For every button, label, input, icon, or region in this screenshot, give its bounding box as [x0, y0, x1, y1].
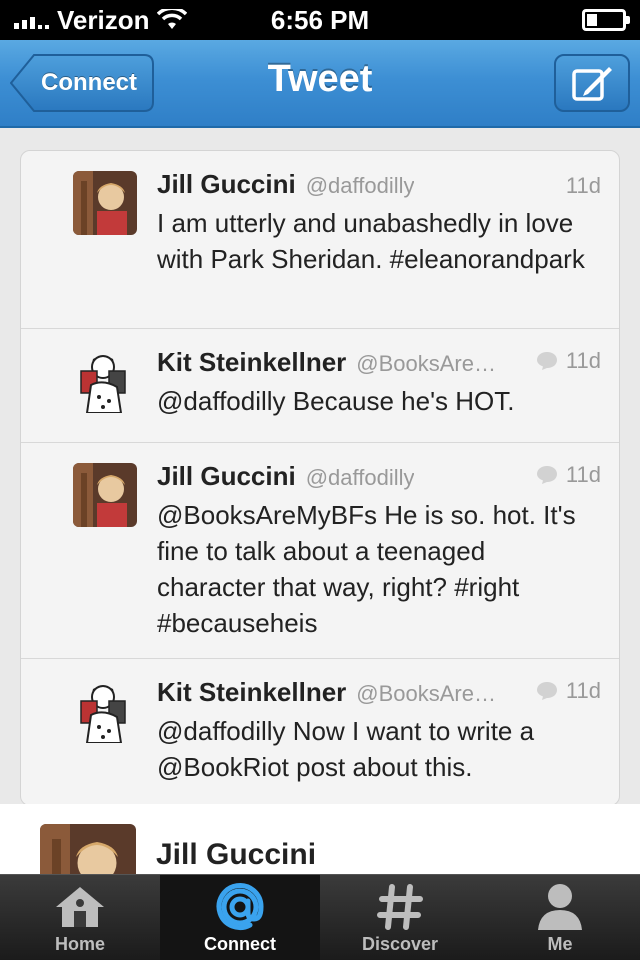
status-time: 6:56 PM [270, 4, 370, 35]
avatar[interactable] [73, 679, 137, 743]
tweet-timestamp: 11d [565, 173, 601, 198]
conversation-bubble-icon [536, 352, 557, 370]
tab-label: Discover [361, 934, 439, 954]
avatar[interactable] [73, 463, 137, 527]
tweet-author-name[interactable]: Kit Steinkellner [157, 347, 346, 378]
focused-tweet-author-name[interactable]: Jill Guccini [156, 838, 316, 872]
wifi-icon [157, 9, 188, 29]
conversation-bubble-icon [536, 466, 557, 484]
navigation-bar: Connect Tweet [0, 40, 640, 128]
tweet-text: @daffodilly Now I want to write a @BookR… [157, 716, 535, 782]
tweet-item[interactable]: Jill Guccini @daffodilly 11d I am utterl… [21, 151, 619, 329]
person-icon [538, 884, 582, 930]
battery-icon [582, 9, 630, 31]
tab-bar: Home Connect Discover Me [0, 874, 640, 960]
tab-home[interactable]: Home [0, 875, 160, 960]
conversation-view[interactable]: Jill Guccini @daffodilly 11d I am utterl… [0, 130, 640, 874]
tab-label: Connect [204, 934, 276, 954]
signal-strength-icon [14, 11, 49, 29]
tweet-author-handle: @BooksAre… [356, 351, 496, 376]
home-icon [56, 887, 104, 927]
tweet-text: @BooksAreMyBFs He is so. hot. It's fine … [157, 500, 576, 638]
conversation-card: Jill Guccini @daffodilly 11d I am utterl… [20, 150, 620, 806]
tweet-author-handle: @daffodilly [305, 465, 415, 490]
tweet-author-handle: @BooksAre… [356, 681, 496, 706]
tab-connect[interactable]: Connect [160, 875, 320, 960]
tweet-timestamp: 11d [565, 462, 601, 487]
avatar[interactable] [40, 824, 136, 874]
status-bar: Verizon 6:56 PM [0, 0, 640, 40]
tweet-author-name[interactable]: Kit Steinkellner [157, 677, 346, 708]
avatar[interactable] [73, 349, 137, 413]
tweet-author-handle: @daffodilly [305, 173, 415, 198]
tweet-text: I am utterly and unabashedly in love wit… [157, 208, 585, 274]
tweet-author-name[interactable]: Jill Guccini [157, 461, 296, 492]
tab-me[interactable]: Me [480, 875, 640, 960]
tweet-item[interactable]: Kit Steinkellner @BooksAre… 11d @daffodi… [21, 659, 619, 805]
compose-button[interactable] [554, 54, 630, 112]
tab-label: Home [54, 934, 105, 954]
hash-icon [377, 884, 423, 930]
avatar[interactable] [73, 171, 137, 235]
conversation-bubble-icon [536, 682, 557, 700]
carrier-name: Verizon [57, 4, 150, 35]
focused-tweet[interactable]: Jill Guccini [0, 804, 640, 874]
tweet-text: @daffodilly Because he's HOT. [157, 386, 515, 416]
tweet-item[interactable]: Jill Guccini @daffodilly 11d @BooksAreMy… [21, 443, 619, 659]
tab-label: Me [547, 934, 573, 954]
compose-icon [572, 67, 612, 101]
tweet-item[interactable]: Kit Steinkellner @BooksAre… 11d @daffodi… [21, 329, 619, 443]
tab-discover[interactable]: Discover [320, 875, 480, 960]
tweet-author-name[interactable]: Jill Guccini [157, 169, 296, 200]
at-icon [216, 883, 264, 931]
page-title: Tweet [267, 58, 373, 100]
tweet-timestamp: 11d [565, 348, 601, 373]
tweet-timestamp: 11d [565, 678, 601, 703]
